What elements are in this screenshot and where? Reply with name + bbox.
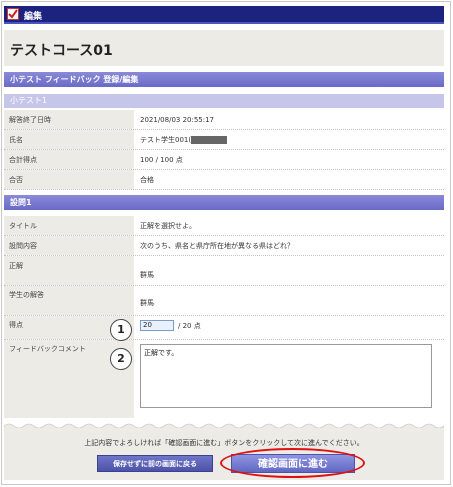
row-value: 次のうち、県名と県庁所在地が異なる県はどれ？ bbox=[140, 242, 294, 250]
row-label: 設問内容 bbox=[4, 236, 134, 255]
row-label: 正解 bbox=[4, 256, 134, 285]
feedback-textarea[interactable]: 正解です。 bbox=[140, 344, 432, 408]
page-title: テストコース01 bbox=[10, 43, 113, 59]
question-header: 設問1 bbox=[4, 195, 444, 210]
header-title: 編集 bbox=[24, 12, 43, 22]
row-value: 2021/08/03 20:55:17 bbox=[140, 116, 215, 124]
row-score: 得点 20 / 20 点 bbox=[4, 316, 444, 340]
header-bar: 編集 bbox=[4, 6, 444, 24]
section-header-feedback: 小テスト フィードバック 登録/編集 bbox=[4, 72, 444, 87]
score-suffix: / 20 点 bbox=[178, 322, 201, 330]
row-label: 合否 bbox=[4, 170, 134, 189]
row-student-name: 氏名 テスト学生001( bbox=[4, 130, 444, 150]
row-question-title: タイトル 正解を選択せよ。 bbox=[4, 216, 444, 236]
row-question-content: 設問内容 次のうち、県名と県庁所在地が異なる県はどれ？ bbox=[4, 236, 444, 256]
callout-1: 1 bbox=[110, 319, 132, 341]
row-value: テスト学生001( bbox=[140, 130, 228, 150]
footer-message: 上記内容でよろしければ「確認画面に進む」ボタンをクリックして次に進んでください。 bbox=[84, 439, 364, 447]
redacted-block bbox=[191, 136, 228, 144]
row-value: 群馬 bbox=[140, 271, 154, 279]
student-name: テスト学生001( bbox=[140, 136, 192, 144]
row-pass-fail: 合否 合格 bbox=[4, 170, 444, 190]
row-finish-time: 解答終了日時 2021/08/03 20:55:17 bbox=[4, 110, 444, 130]
row-label: タイトル bbox=[4, 216, 134, 235]
row-total-score: 合計得点 100 / 100 点 bbox=[4, 150, 444, 170]
score-input[interactable]: 20 bbox=[140, 320, 174, 331]
row-student-answer: 学生の解答 群馬 bbox=[4, 286, 444, 316]
row-label: 合計得点 bbox=[4, 150, 134, 169]
row-label: 氏名 bbox=[4, 130, 134, 149]
row-value: 正解を選択せよ。 bbox=[140, 222, 196, 230]
checkbox-icon bbox=[7, 8, 19, 20]
footer: 上記内容でよろしければ「確認画面に進む」ボタンをクリックして次に進んでください。… bbox=[4, 428, 444, 480]
course-area: テストコース01 bbox=[4, 30, 444, 66]
back-button[interactable]: 保存せずに前の画面に戻る bbox=[97, 455, 213, 472]
highlight-ellipse bbox=[220, 448, 365, 478]
row-value: 100 / 100 点 bbox=[140, 156, 183, 164]
row-correct-answer: 正解 群馬 bbox=[4, 256, 444, 286]
row-label: 解答終了日時 bbox=[4, 110, 134, 129]
row-value: 合格 bbox=[140, 176, 154, 184]
row-feedback: フィードバックコメント 正解です。 bbox=[4, 340, 444, 418]
quiz-header: 小テスト1 bbox=[4, 94, 444, 108]
row-value: 群馬 bbox=[140, 299, 154, 307]
row-label: 学生の解答 bbox=[4, 286, 134, 315]
callout-2: 2 bbox=[110, 348, 132, 370]
